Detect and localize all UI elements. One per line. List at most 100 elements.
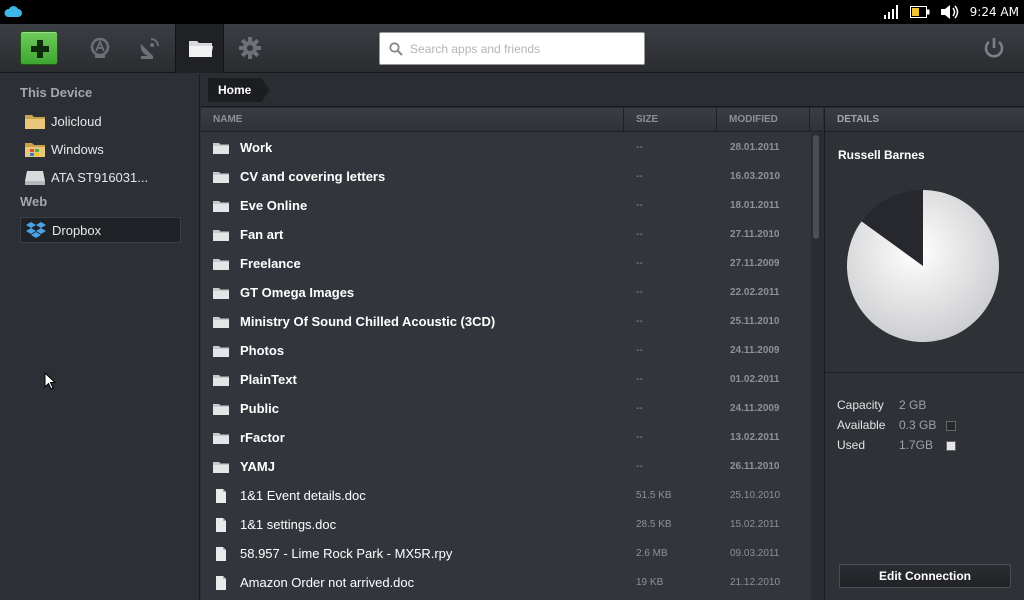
file-size: 19 KB [636, 577, 664, 588]
system-tray: 9:24 AM [883, 0, 1024, 24]
file-size: -- [636, 432, 643, 443]
breadcrumb: Home [201, 74, 1024, 107]
dropbox-icon [26, 221, 46, 239]
drive-folder-icon [25, 112, 45, 130]
folder-icon [213, 170, 229, 188]
volume-icon[interactable] [940, 5, 960, 19]
file-name: Public [240, 401, 280, 416]
folder-row[interactable]: Photos -- 24.11.2009 [201, 336, 811, 365]
sidebar-item-label: Dropbox [52, 222, 102, 238]
folder-icon [213, 344, 229, 362]
folder-row[interactable]: rFactor -- 13.02.2011 [201, 423, 811, 452]
sidebar-item-jolicloud[interactable]: Jolicloud [20, 108, 181, 134]
file-name: GT Omega Images [240, 285, 355, 300]
folder-row[interactable]: GT Omega Images -- 22.02.2011 [201, 278, 811, 307]
folder-icon [213, 199, 229, 217]
file-list: NAME SIZE MODIFIED Work -- 28.01.2011 CV an… [201, 108, 823, 600]
file-modified: 24.11.2009 [730, 345, 780, 356]
column-header-modified[interactable]: MODIFIED [717, 108, 810, 132]
document-icon [215, 518, 227, 537]
folder-icon [213, 460, 229, 478]
file-name: Fan art [240, 227, 284, 242]
file-size: -- [636, 345, 643, 356]
document-icon [215, 547, 227, 566]
file-size: -- [636, 316, 643, 327]
file-modified: 01.02.2011 [730, 374, 780, 385]
file-row[interactable]: 58.957 - Lime Rock Park - MX5R.rpy 2.6 MB… [201, 539, 811, 568]
folder-row[interactable]: CV and covering letters -- 16.03.2010 [201, 162, 811, 191]
file-modified: 16.03.2010 [730, 171, 781, 182]
file-modified: 13.02.2011 [730, 432, 780, 443]
sidebar: This Device Jolicloud Windows ATA ST9160… [0, 74, 200, 600]
file-name: YAMJ [240, 459, 275, 474]
this-device-heading: This Device [20, 85, 93, 100]
add-button[interactable] [20, 31, 58, 65]
mouse-cursor-icon [44, 372, 56, 390]
file-row[interactable]: Amazon Order not arrived.doc 19 KB 21.12.2… [201, 568, 811, 597]
scrollbar-thumb[interactable] [813, 135, 819, 239]
folder-icon [213, 286, 229, 304]
file-modified: 25.11.2010 [730, 316, 780, 327]
file-modified: 27.11.2009 [730, 258, 780, 269]
satellite-icon[interactable] [137, 36, 161, 60]
column-header-size[interactable]: SIZE [624, 108, 717, 132]
file-modified: 28.01.2011 [730, 142, 780, 153]
search-input[interactable] [410, 33, 640, 64]
folder-row[interactable]: YAMJ -- 26.11.2010 [201, 452, 811, 481]
used-label: Used [837, 438, 866, 452]
folder-row[interactable]: Eve Online -- 18.01.2011 [201, 191, 811, 220]
battery-icon[interactable] [909, 6, 930, 18]
windows-drive-icon [25, 140, 45, 158]
file-size: 51.5 KB [636, 490, 672, 501]
folder-icon [213, 228, 229, 246]
file-size: 28.5 KB [636, 519, 672, 530]
sidebar-item-windows[interactable]: Windows [20, 136, 181, 162]
breadcrumb-home[interactable]: Home [208, 78, 269, 102]
file-row[interactable]: 1&1 Event details.doc 51.5 KB 25.10.2010 [201, 481, 811, 510]
gear-icon[interactable] [238, 36, 262, 60]
file-row[interactable]: 1&1 settings.doc 28.5 KB 15.02.2011 [201, 510, 811, 539]
sidebar-item-dropbox[interactable]: Dropbox [20, 217, 181, 243]
cloud-icon[interactable] [4, 5, 22, 18]
folder-row[interactable]: Public -- 24.11.2009 [201, 394, 811, 423]
folder-row[interactable]: Freelance -- 27.11.2009 [201, 249, 811, 278]
edit-connection-button[interactable]: Edit Connection [839, 564, 1011, 588]
add-icon [31, 40, 49, 58]
column-header-name[interactable]: NAME [201, 108, 624, 132]
file-name: rFactor [240, 430, 285, 445]
power-icon[interactable] [982, 36, 1006, 60]
folder-row[interactable]: PlainText -- 01.02.2011 [201, 365, 811, 394]
folder-icon [213, 402, 229, 420]
folder-icon [213, 257, 229, 275]
file-name: Freelance [240, 256, 301, 271]
file-modified: 18.01.2011 [730, 200, 780, 211]
app-store-icon[interactable] [88, 36, 112, 60]
folder-row[interactable]: Fan art -- 27.11.2010 [201, 220, 811, 249]
capacity-label: Capacity [837, 398, 884, 412]
signal-icon[interactable] [883, 5, 900, 19]
document-icon [215, 489, 227, 508]
file-size: -- [636, 374, 643, 385]
file-name: Amazon Order not arrived.doc [240, 575, 415, 590]
search-box[interactable] [379, 32, 645, 65]
file-modified: 25.10.2010 [730, 490, 781, 501]
used-value: 1.7GB [899, 438, 934, 452]
file-name: CV and covering letters [240, 169, 386, 184]
search-icon [389, 42, 403, 56]
folder-icon [189, 41, 213, 57]
file-modified: 27.11.2010 [730, 229, 780, 240]
clock[interactable]: 9:24 AM [970, 5, 1019, 19]
file-name: 58.957 - Lime Rock Park - MX5R.rpy [240, 546, 453, 561]
folder-icon [213, 315, 229, 333]
file-name: Photos [240, 343, 285, 358]
file-modified: 26.11.2010 [730, 461, 780, 472]
details-panel: DETAILS Russell Barnes Capacity 2 GB Ava… [824, 108, 1024, 600]
folder-row[interactable]: Work -- 28.01.2011 [201, 133, 811, 162]
folder-row[interactable]: Ministry Of Sound Chilled Acoustic (3CD)… [201, 307, 811, 336]
sidebar-item-ata-disk[interactable]: ATA ST916031... [20, 164, 181, 190]
file-modified: 15.02.2011 [730, 519, 780, 530]
file-size: -- [636, 461, 643, 472]
file-modified: 09.03.2011 [730, 548, 780, 559]
files-tab[interactable] [175, 24, 224, 73]
file-modified: 24.11.2009 [730, 403, 780, 414]
